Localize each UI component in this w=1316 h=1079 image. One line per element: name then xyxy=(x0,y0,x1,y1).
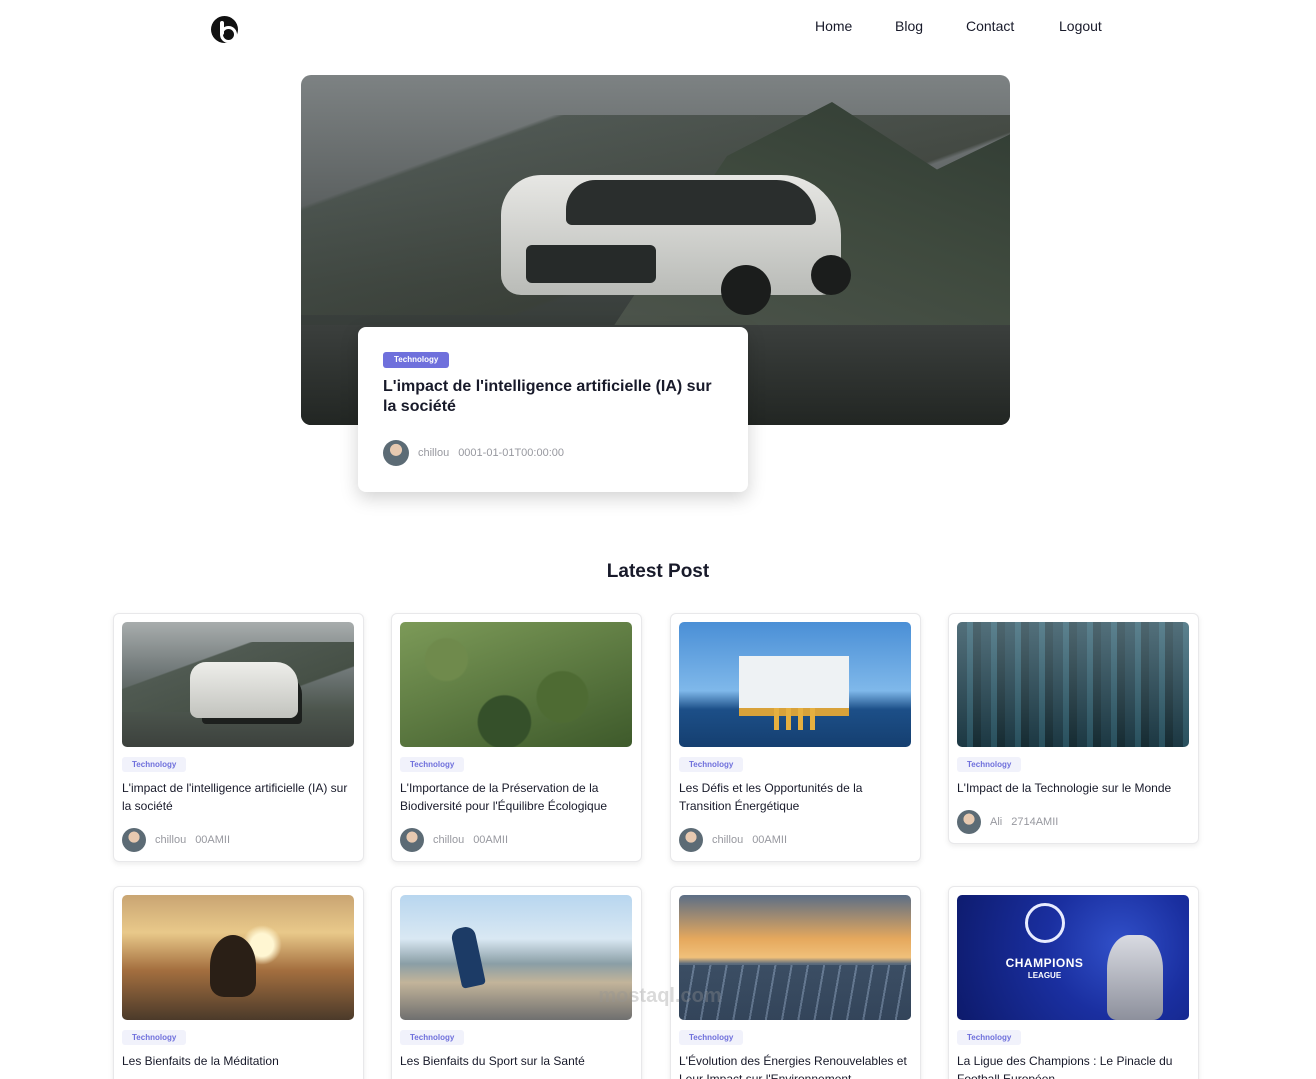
post-meta: Ali 2714AMII xyxy=(957,810,1058,834)
author-name: chillou xyxy=(712,834,744,846)
champions-league-logo-text: CHAMPIONS xyxy=(1005,956,1084,970)
post-image[interactable] xyxy=(679,622,911,747)
post-date: 00AMII xyxy=(473,834,509,846)
author-avatar xyxy=(400,828,424,852)
nav-contact-link[interactable]: Contact xyxy=(966,18,1014,34)
post-meta: chillou 00AMII xyxy=(122,828,230,852)
post-title[interactable]: L'Évolution des Énergies Renouvelables e… xyxy=(679,1052,913,1079)
post-title[interactable]: La Ligue des Champions : Le Pinacle du F… xyxy=(957,1052,1191,1079)
post-card[interactable]: Technology L'Impact de la Technologie su… xyxy=(948,613,1199,844)
hero-car-wheel xyxy=(721,265,771,315)
post-image[interactable] xyxy=(122,895,354,1020)
post-card[interactable]: Technology L'impact de l'intelligence ar… xyxy=(113,613,364,862)
hero-car-windshield xyxy=(566,180,816,225)
category-badge[interactable]: Technology xyxy=(400,757,465,772)
author-avatar xyxy=(957,810,981,834)
author-avatar xyxy=(383,440,409,466)
post-title[interactable]: L'Importance de la Préservation de la Bi… xyxy=(400,779,634,815)
hero-car-wheel xyxy=(811,255,851,295)
category-badge[interactable]: Technology xyxy=(400,1030,465,1045)
nav-blog-link[interactable]: Blog xyxy=(895,18,923,34)
champions-league-logo-subtext: LEAGUE xyxy=(1027,971,1062,980)
author-avatar xyxy=(122,828,146,852)
post-image[interactable] xyxy=(122,622,354,747)
nav-logout-link[interactable]: Logout xyxy=(1059,18,1102,34)
post-title[interactable]: Les Défis et les Opportunités de la Tran… xyxy=(679,779,913,815)
post-date: 2714AMII xyxy=(1011,816,1059,828)
post-card[interactable]: CHAMPIONS LEAGUE Technology La Ligue des… xyxy=(948,886,1199,1079)
category-badge[interactable]: Technology xyxy=(957,757,1022,772)
hero-post-meta: chillou 0001-01-01T00:00:00 xyxy=(383,440,564,466)
author-avatar xyxy=(679,828,703,852)
nav-home-link[interactable]: Home xyxy=(815,18,852,34)
category-badge[interactable]: Technology xyxy=(679,1030,744,1045)
post-date: 00AMII xyxy=(752,834,788,846)
post-meta: chillou 00AMII xyxy=(679,828,787,852)
author-name: chillou xyxy=(433,834,465,846)
hero-post-card[interactable]: Technology L'impact de l'intelligence ar… xyxy=(358,327,748,492)
latest-post-heading: Latest Post xyxy=(606,561,710,582)
hero-post-title[interactable]: L'impact de l'intelligence artificielle … xyxy=(383,377,723,417)
post-card[interactable]: Technology Les Bienfaits du Sport sur la… xyxy=(391,886,642,1079)
watermark-text: mostaql.com xyxy=(598,985,722,1007)
post-image[interactable] xyxy=(400,622,632,747)
category-badge[interactable]: Technology xyxy=(122,757,187,772)
hero-car-grill xyxy=(526,245,656,283)
post-card[interactable]: Technology Les Bienfaits de la Méditatio… xyxy=(113,886,364,1079)
category-badge[interactable]: Technology xyxy=(957,1030,1022,1045)
category-badge[interactable]: Technology xyxy=(679,757,744,772)
author-name: Ali xyxy=(990,816,1003,828)
post-title[interactable]: Les Bienfaits du Sport sur la Santé xyxy=(400,1052,634,1070)
post-card[interactable]: Technology L'Évolution des Énergies Reno… xyxy=(670,886,921,1079)
site-logo[interactable] xyxy=(211,16,238,43)
post-date: 0001-01-01T00:00:00 xyxy=(458,447,564,459)
hero-category-badge[interactable]: Technology xyxy=(383,352,450,368)
post-meta: chillou 00AMII xyxy=(400,828,508,852)
post-title[interactable]: L'Impact de la Technologie sur le Monde xyxy=(957,779,1191,797)
category-badge[interactable]: Technology xyxy=(122,1030,187,1045)
post-image[interactable] xyxy=(957,622,1189,747)
author-name: chillou xyxy=(418,447,450,459)
post-title[interactable]: Les Bienfaits de la Méditation xyxy=(122,1052,356,1070)
author-name: chillou xyxy=(155,834,187,846)
post-card[interactable]: Technology Les Défis et les Opportunités… xyxy=(670,613,921,862)
post-card[interactable]: Technology L'Importance de la Préservati… xyxy=(391,613,642,862)
post-title[interactable]: L'impact de l'intelligence artificielle … xyxy=(122,779,356,815)
top-navbar: Home Blog Contact Logout xyxy=(0,0,1316,60)
post-image[interactable]: CHAMPIONS LEAGUE xyxy=(957,895,1189,1020)
post-date: 00AMII xyxy=(195,834,231,846)
